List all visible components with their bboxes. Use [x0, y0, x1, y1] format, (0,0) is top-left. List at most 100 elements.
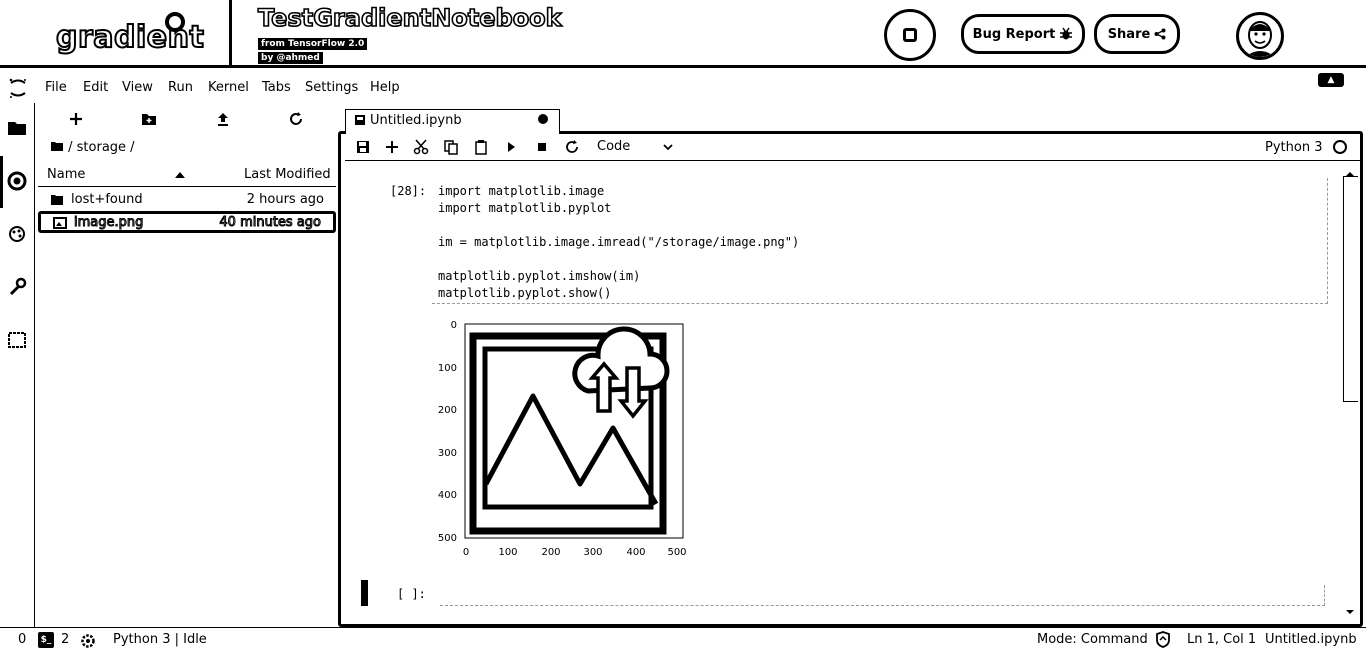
- x-tick-label: 400: [626, 547, 645, 558]
- jupyter-logo-icon: [9, 78, 26, 98]
- bug-report-button[interactable]: Bug Report: [961, 14, 1085, 54]
- wrench-icon[interactable]: [6, 276, 28, 298]
- collapse-header-button[interactable]: ▲: [1318, 73, 1344, 87]
- cell-type-dropdown[interactable]: Code: [597, 139, 630, 154]
- cut-icon[interactable]: [413, 139, 429, 155]
- menu-kernel[interactable]: Kernel: [208, 80, 249, 95]
- terminal-count[interactable]: 0: [18, 632, 26, 647]
- breadcrumb[interactable]: / storage /: [50, 140, 135, 155]
- chevron-down-icon: [663, 144, 673, 151]
- palette-icon[interactable]: [6, 223, 28, 245]
- file-name: image.png: [73, 215, 144, 231]
- header-divider: [38, 186, 336, 187]
- menu-view[interactable]: View: [122, 80, 153, 95]
- x-tick-label: 200: [541, 547, 560, 558]
- save-icon[interactable]: [355, 139, 371, 155]
- stop-icon: [903, 28, 917, 42]
- x-tick-label: 100: [498, 547, 517, 558]
- file-row-lost-found[interactable]: lost+found 2 hours ago: [38, 189, 336, 211]
- code-line: im = matplotlib.image.imread("/storage/i…: [438, 235, 800, 249]
- restart-icon[interactable]: [564, 139, 580, 155]
- cell-output-plot: 0 100 200 300 400 500 0 100 200 300 400 …: [438, 320, 687, 558]
- sidebar-selection-indicator: [0, 156, 3, 208]
- column-header-name[interactable]: Name: [47, 167, 85, 182]
- code-line: matplotlib.pyplot.show(): [438, 286, 612, 300]
- code-line: import matplotlib.image: [438, 184, 605, 198]
- new-folder-icon[interactable]: [139, 110, 159, 128]
- mode-indicator[interactable]: Mode: Command: [1037, 632, 1148, 647]
- tab-close-icon[interactable]: [538, 114, 548, 124]
- new-launcher-icon[interactable]: [66, 110, 86, 128]
- kernel-status-text[interactable]: Python 3 | Idle: [113, 632, 207, 647]
- share-button[interactable]: Share: [1094, 14, 1180, 54]
- logo-dot-icon: [165, 12, 185, 32]
- menu-help[interactable]: Help: [370, 80, 400, 95]
- notebook-icon: [355, 115, 365, 125]
- menu-file[interactable]: File: [45, 80, 67, 95]
- scroll-down-icon[interactable]: [1344, 608, 1356, 616]
- running-sessions-icon[interactable]: [6, 170, 28, 192]
- y-tick-label: 100: [438, 363, 457, 374]
- terminal-icon: $_: [38, 632, 54, 648]
- column-header-last-modified[interactable]: Last Modified: [244, 167, 331, 182]
- toolbar-divider: [345, 160, 1360, 161]
- y-tick-label: 400: [438, 490, 457, 501]
- y-tick-label: 300: [438, 448, 457, 459]
- bug-icon: [1060, 27, 1073, 40]
- notebook-scrollbar-thumb[interactable]: [1343, 176, 1358, 402]
- y-tick-label: 200: [438, 405, 457, 416]
- run-icon[interactable]: [503, 139, 519, 155]
- notebook-subtitle: from TensorFlow 2.0: [258, 38, 368, 50]
- tabs-icon[interactable]: [6, 329, 28, 351]
- menu-run[interactable]: Run: [168, 80, 193, 95]
- sort-caret-up-icon: [175, 172, 185, 178]
- empty-code-cell-editor[interactable]: [440, 585, 1325, 606]
- notebook-author: by @ahmed: [258, 52, 323, 64]
- menu-settings[interactable]: Settings: [305, 80, 358, 95]
- folder-icon: [51, 142, 63, 151]
- kernel-gear-icon: [81, 634, 95, 648]
- kernel-name[interactable]: Python 3: [1265, 140, 1322, 155]
- kernel-count[interactable]: 2: [61, 632, 69, 647]
- upload-icon[interactable]: [213, 110, 233, 128]
- kernel-status-icon: [1333, 140, 1347, 154]
- file-modified: 2 hours ago: [246, 192, 324, 207]
- x-tick-label: 0: [463, 547, 469, 558]
- x-tick-label: 500: [667, 547, 686, 558]
- share-icon: [1154, 28, 1166, 40]
- plot-image: [469, 326, 670, 535]
- cell-prompt: [ ]:: [397, 587, 426, 601]
- image-file-icon: [53, 217, 67, 229]
- menu-edit[interactable]: Edit: [83, 80, 108, 95]
- file-row-image-png[interactable]: image.png 40 minutes ago: [38, 211, 336, 233]
- x-tick-label: 300: [583, 547, 602, 558]
- current-file-name: Untitled.ipynb: [1265, 632, 1357, 647]
- menu-tabs[interactable]: Tabs: [262, 80, 291, 95]
- shield-icon[interactable]: [1155, 631, 1171, 648]
- folder-icon: [51, 195, 63, 205]
- notebook-title[interactable]: TestGradientNotebook: [257, 3, 562, 33]
- code-line: matplotlib.pyplot.imshow(im): [438, 269, 641, 283]
- stop-notebook-button[interactable]: [884, 9, 936, 61]
- copy-icon[interactable]: [443, 139, 459, 155]
- folder-icon[interactable]: [6, 117, 28, 139]
- scroll-up-icon[interactable]: [1344, 170, 1356, 178]
- tab-label: Untitled.ipynb: [370, 113, 462, 128]
- code-line: import matplotlib.pyplot: [438, 201, 612, 215]
- cursor-position[interactable]: Ln 1, Col 1: [1187, 632, 1256, 647]
- bug-report-label: Bug Report: [972, 26, 1056, 42]
- paste-icon[interactable]: [473, 139, 489, 155]
- menu-bar: [0, 71, 1366, 103]
- active-cell-indicator: [361, 580, 368, 606]
- avatar-face-icon: [1245, 21, 1275, 57]
- interrupt-icon[interactable]: [534, 139, 550, 155]
- file-modified: 40 minutes ago: [219, 215, 322, 231]
- refresh-icon[interactable]: [286, 110, 306, 128]
- breadcrumb-path: / storage /: [68, 140, 135, 155]
- y-tick-label: 500: [438, 533, 457, 544]
- share-label: Share: [1107, 26, 1151, 42]
- cell-prompt: [28]:: [390, 184, 427, 198]
- user-avatar[interactable]: [1236, 12, 1284, 60]
- y-tick-label: 0: [451, 320, 457, 331]
- insert-cell-icon[interactable]: [384, 139, 400, 155]
